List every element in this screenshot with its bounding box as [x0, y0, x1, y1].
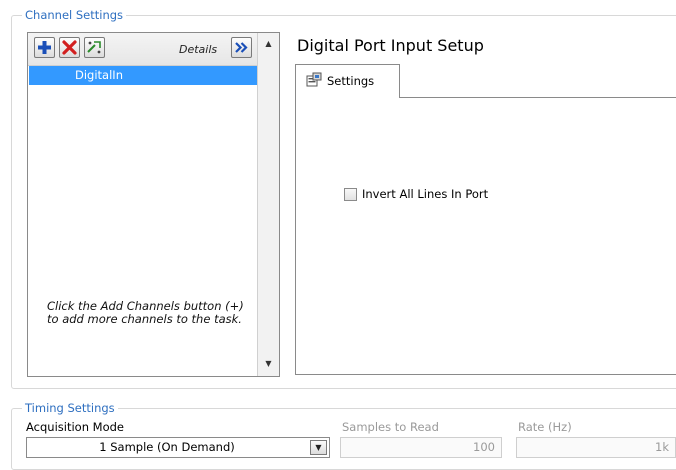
dropdown-arrow-icon[interactable]: ▼ — [310, 440, 327, 455]
channel-edit-icon — [87, 41, 101, 54]
settings-tab-icon — [306, 72, 322, 87]
channel-list-item[interactable]: DigitalIn — [29, 66, 257, 85]
channel-list-scrollbar[interactable]: ▲ ▼ — [257, 33, 279, 376]
rate-label: Rate (Hz) — [518, 420, 572, 434]
settings-tab-panel — [295, 97, 676, 375]
timing-settings-label: Timing Settings — [22, 401, 118, 415]
double-chevron-right-icon — [235, 42, 248, 53]
tab-settings[interactable]: Settings — [295, 64, 400, 98]
details-button[interactable] — [231, 37, 252, 58]
scroll-down-icon[interactable]: ▼ — [258, 355, 279, 373]
samples-to-read-label: Samples to Read — [342, 420, 439, 434]
x-icon — [62, 40, 77, 55]
add-channel-button[interactable] — [34, 37, 55, 58]
invert-lines-label[interactable]: Invert All Lines In Port — [362, 187, 488, 201]
details-label: Details — [179, 43, 218, 56]
invert-lines-checkbox[interactable] — [344, 188, 357, 201]
rate-field[interactable]: 1k — [516, 437, 676, 458]
setup-title: Digital Port Input Setup — [297, 36, 484, 55]
tab-settings-label: Settings — [327, 74, 375, 88]
acquisition-mode-select[interactable]: 1 Sample (On Demand) ▼ — [26, 437, 330, 458]
channel-list-panel: Details DigitalIn Click the Add Channels… — [27, 32, 280, 377]
scroll-up-icon[interactable]: ▲ — [258, 35, 279, 53]
remove-channel-button[interactable] — [59, 37, 80, 58]
acquisition-mode-value: 1 Sample (On Demand) — [99, 440, 235, 454]
samples-to-read-field[interactable]: 100 — [340, 437, 502, 458]
channel-toolbar: Details — [28, 33, 257, 66]
configure-channel-button[interactable] — [84, 37, 105, 58]
acquisition-mode-label: Acquisition Mode — [26, 420, 124, 434]
plus-icon — [38, 41, 51, 54]
channel-settings-label: Channel Settings — [22, 8, 127, 22]
add-channels-hint: Click the Add Channels button (+) to add… — [47, 299, 244, 326]
